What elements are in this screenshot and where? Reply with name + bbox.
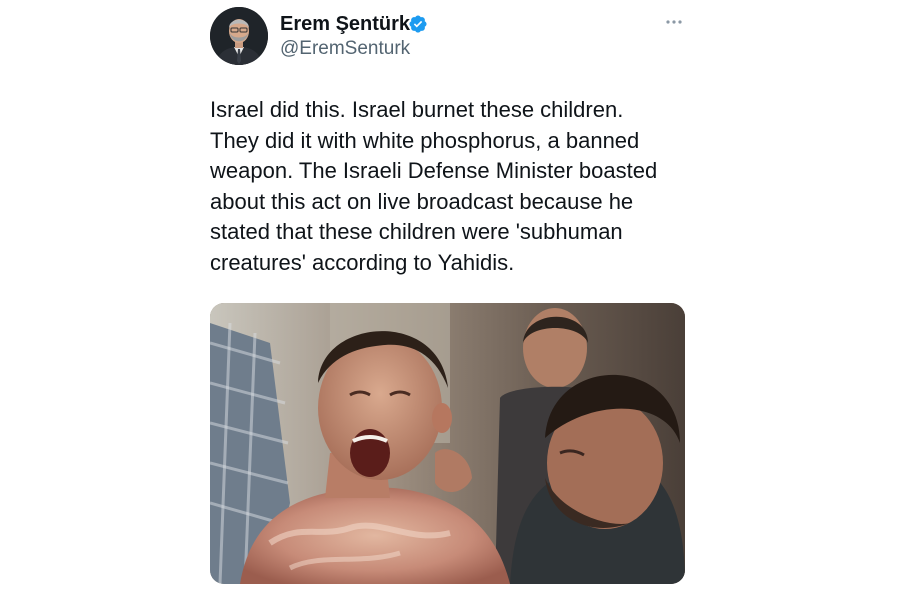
tweet-text: Israel did this. Israel burnet these chi… xyxy=(210,95,680,278)
avatar[interactable] xyxy=(210,7,268,65)
tweet-text-line: about this act on live broadcast because… xyxy=(210,188,634,214)
tweet-media-photo[interactable] xyxy=(210,303,685,584)
tweet-text-line: creatures' according to Yahidis. xyxy=(210,249,515,275)
author-handle[interactable]: @EremSenturk xyxy=(280,38,410,60)
display-name[interactable]: Erem Şentürk xyxy=(280,12,410,36)
avatar-photo xyxy=(210,7,268,65)
tweet-text-line: They did it with white phosphorus, a ban… xyxy=(210,127,640,153)
tweet-text-line: weapon. The Israeli Defense Minister boa… xyxy=(210,158,658,183)
tweet-text-line: Israel did this. Israel burnet these chi… xyxy=(210,97,624,122)
attached-photo xyxy=(210,303,685,584)
tweet-text-line: stated that these children were 'subhuma… xyxy=(210,219,623,244)
more-options-icon[interactable] xyxy=(664,14,684,30)
verified-badge-icon xyxy=(408,14,428,34)
